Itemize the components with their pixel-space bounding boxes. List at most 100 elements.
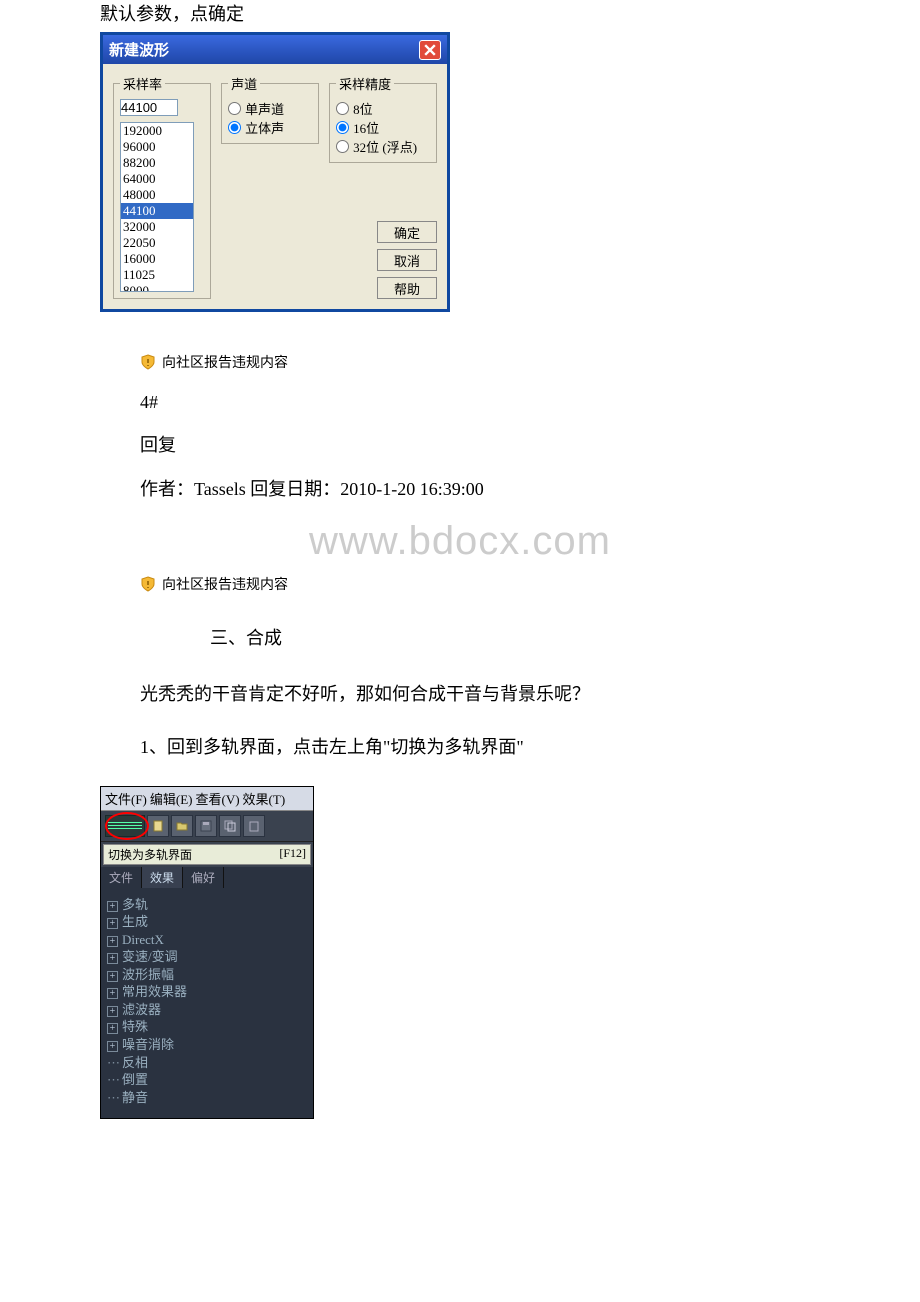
intro-text: 默认参数，点确定 (100, 0, 820, 26)
sample-rate-option[interactable]: 64000 (121, 171, 193, 187)
sample-rate-option[interactable]: 44100 (121, 203, 193, 219)
cancel-button[interactable]: 取消 (377, 249, 437, 271)
leaf-icon: ⋯ (107, 1071, 118, 1089)
paragraph-1: 光秃秃的干音肯定不好听，那如何合成干音与背景乐呢？ (140, 680, 820, 709)
tree-label: 波形振幅 (122, 967, 174, 982)
precision-fieldset: 采样精度 8位16位32位 (浮点) (329, 74, 437, 163)
shield-icon (140, 354, 156, 370)
precision-option[interactable]: 16位 (336, 118, 430, 137)
sample-rate-option[interactable]: 8000 (121, 283, 193, 292)
tree-label: DirectX (122, 932, 164, 947)
tree-item[interactable]: +波形振幅 (107, 966, 307, 984)
leaf-icon: ⋯ (107, 1054, 118, 1072)
multitrack-ui: 文件(F)编辑(E)查看(V)效果(T) (100, 786, 314, 1120)
radio-label: 单声道 (245, 99, 284, 118)
paste-icon (247, 819, 261, 833)
section-title: 三、合成 (210, 624, 820, 650)
tree-item[interactable]: +生成 (107, 913, 307, 931)
report-link-1[interactable]: 向社区报告违规内容 (140, 352, 820, 372)
radio-input[interactable] (336, 121, 349, 134)
leaf-icon: ⋯ (107, 1089, 118, 1107)
sample-rate-option[interactable]: 32000 (121, 219, 193, 235)
expand-icon: + (107, 1006, 118, 1017)
tree-item[interactable]: + 常用效果器 (107, 983, 307, 1001)
channel-fieldset: 声道 单声道立体声 (221, 74, 319, 144)
expand-icon: + (107, 936, 118, 947)
new-file-button[interactable] (147, 815, 169, 837)
menu-item[interactable]: 编辑(E) (150, 792, 193, 807)
sample-rate-option[interactable]: 11025 (121, 267, 193, 283)
tree-label: 生成 (122, 914, 148, 929)
tab-效果[interactable]: 效果 (142, 867, 183, 888)
tree-item[interactable]: +滤波器 (107, 1001, 307, 1019)
tree-label: 常用效果器 (122, 984, 187, 999)
channel-legend: 声道 (228, 74, 260, 93)
titlebar: 新建波形 (103, 35, 447, 64)
dialog-title: 新建波形 (109, 39, 169, 60)
sample-rate-option[interactable]: 96000 (121, 139, 193, 155)
reply-label: 回复 (140, 431, 820, 457)
radio-input[interactable] (336, 102, 349, 115)
precision-option[interactable]: 8位 (336, 99, 430, 118)
open-file-button[interactable] (171, 815, 193, 837)
tree-item[interactable]: ⋯反相 (107, 1054, 307, 1072)
disk-icon (199, 819, 213, 833)
radio-input[interactable] (228, 102, 241, 115)
tab-偏好[interactable]: 偏好 (183, 867, 224, 888)
copy-icon (223, 819, 237, 833)
channel-option[interactable]: 立体声 (228, 118, 312, 137)
expand-icon: + (107, 1023, 118, 1034)
sample-rate-option[interactable]: 192000 (121, 123, 193, 139)
author-line: 作者：Tassels 回复日期：2010-1-20 16:39:00 (140, 475, 820, 501)
expand-icon: + (107, 901, 118, 912)
post-number: 4# (140, 392, 820, 413)
expand-icon: + (107, 1041, 118, 1052)
paragraph-2: 1、回到多轨界面，点击左上角"切换为多轨界面" (140, 733, 820, 762)
radio-input[interactable] (336, 140, 349, 153)
report-link-text: 向社区报告违规内容 (162, 574, 288, 594)
expand-icon: + (107, 953, 118, 964)
tab-文件[interactable]: 文件 (101, 867, 142, 888)
tree-item[interactable]: +多轨 (107, 896, 307, 914)
help-button[interactable]: 帮助 (377, 277, 437, 299)
tree-label: 特殊 (122, 1019, 148, 1034)
sample-rate-option[interactable]: 22050 (121, 235, 193, 251)
sample-rate-option[interactable]: 88200 (121, 155, 193, 171)
new-waveform-dialog: 新建波形 采样率 1920009600088200640004800044100… (100, 32, 450, 312)
channel-option[interactable]: 单声道 (228, 99, 312, 118)
multitrack-toggle-button[interactable] (105, 815, 145, 837)
tree-item[interactable]: +变速/变调 (107, 948, 307, 966)
tab-row: 文件效果偏好 (101, 867, 313, 888)
tooltip-row: 切换为多轨界面 [F12] (103, 844, 311, 865)
menu-item[interactable]: 文件(F) (105, 792, 147, 807)
effect-tree: +多轨+生成+DirectX+变速/变调+波形振幅+常用效果器+滤波器+特殊+噪… (101, 888, 313, 1119)
copy-button[interactable] (219, 815, 241, 837)
sample-rate-option[interactable]: 16000 (121, 251, 193, 267)
watermark: www.bdocx.com (100, 519, 820, 564)
menu-item[interactable]: 效果(T) (243, 792, 286, 807)
paste-button[interactable] (243, 815, 265, 837)
sample-rate-option[interactable]: 48000 (121, 187, 193, 203)
report-link-2[interactable]: 向社区报告违规内容 (140, 574, 820, 594)
precision-legend: 采样精度 (336, 74, 394, 93)
shield-icon (140, 576, 156, 592)
close-button[interactable] (419, 40, 441, 60)
tree-item[interactable]: ⋯静音 (107, 1089, 307, 1107)
save-button[interactable] (195, 815, 217, 837)
radio-label: 16位 (353, 118, 379, 137)
toolbar (101, 811, 313, 842)
tree-item[interactable]: + 噪音消除 (107, 1036, 307, 1054)
expand-icon: + (107, 988, 118, 999)
tree-item[interactable]: + DirectX (107, 931, 307, 949)
menu-item[interactable]: 查看(V) (196, 792, 240, 807)
radio-label: 32位 (浮点) (353, 137, 417, 156)
tree-item[interactable]: ⋯倒置 (107, 1071, 307, 1089)
tree-label: 噪音消除 (122, 1037, 174, 1052)
tooltip-key: [F12] (279, 846, 306, 863)
tree-item[interactable]: + 特殊 (107, 1018, 307, 1036)
sample-rate-input[interactable] (120, 99, 178, 116)
sample-rate-list[interactable]: 1920009600088200640004800044100320002205… (120, 122, 194, 292)
precision-option[interactable]: 32位 (浮点) (336, 137, 430, 156)
radio-input[interactable] (228, 121, 241, 134)
ok-button[interactable]: 确定 (377, 221, 437, 243)
